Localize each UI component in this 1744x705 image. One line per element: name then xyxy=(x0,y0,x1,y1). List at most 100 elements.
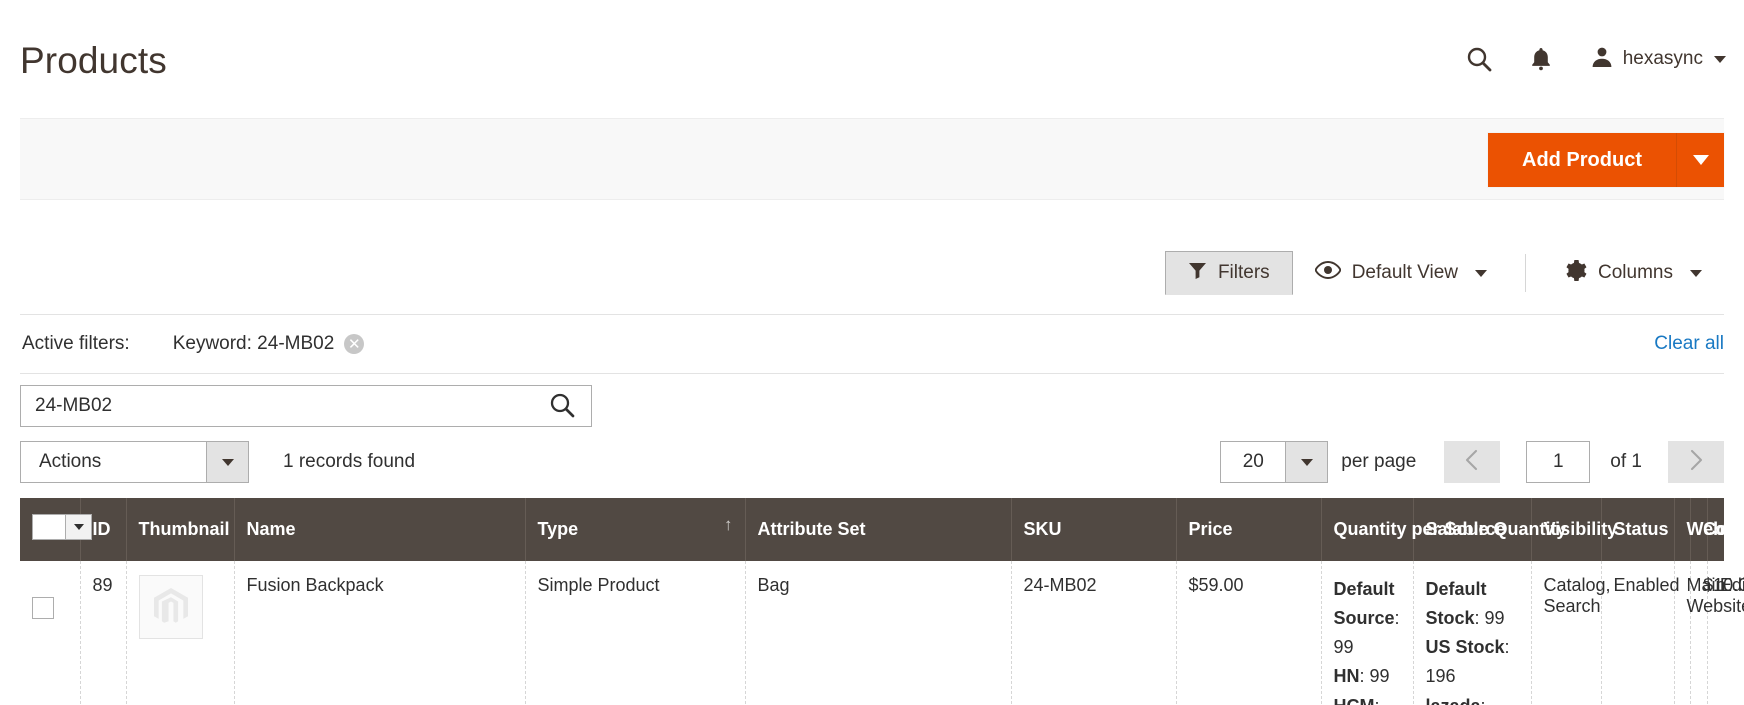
chevron-down-icon xyxy=(73,524,84,530)
select-all-header[interactable] xyxy=(20,498,92,561)
column-header-sku[interactable]: SKU xyxy=(1011,498,1177,561)
eye-icon xyxy=(1314,261,1342,285)
row-select-cell[interactable] xyxy=(20,561,81,705)
products-grid-page: Products hexasync Add Product Filters De… xyxy=(0,0,1744,705)
active-filter-text: Keyword: 24-MB02 xyxy=(172,333,335,354)
per-page-value: 20 xyxy=(1242,451,1264,472)
per-page-label: per page xyxy=(1341,451,1417,472)
stock-label: Default Stock xyxy=(1425,579,1487,629)
search-icon xyxy=(549,392,575,421)
toolbar-divider xyxy=(1525,254,1527,292)
salable-qty-item: US Stock: 196 xyxy=(1425,637,1510,687)
source-qty-item: HN: 99 xyxy=(1333,666,1390,687)
select-all-checkbox[interactable] xyxy=(32,514,92,540)
stock-label: lazada xyxy=(1426,696,1481,705)
cell-quantity-per-source: Default Source: 99 HN: 99 HCM: 99 xyxy=(1321,561,1414,705)
source-label: HN xyxy=(1333,666,1360,687)
column-header-type-label: Type xyxy=(537,518,579,539)
columns-button[interactable]: Columns xyxy=(1542,251,1724,295)
bell-icon xyxy=(1529,46,1553,72)
active-filters-label: Active filters: xyxy=(22,333,130,354)
chevron-right-icon xyxy=(1688,448,1704,477)
source-label: Default Source xyxy=(1333,579,1395,629)
cell-name[interactable]: Fusion Backpack xyxy=(234,561,526,705)
column-header-websites[interactable]: Websites xyxy=(1674,498,1744,561)
salable-qty-item: lazada: 198 xyxy=(1426,692,1519,705)
cell-status: Enabled xyxy=(1601,561,1680,705)
column-header-thumbnail[interactable]: Thumbnail xyxy=(126,498,235,561)
chevron-down-icon xyxy=(221,458,234,466)
total-pages-label: of 1 xyxy=(1610,451,1642,472)
magento-placeholder-icon xyxy=(138,575,203,639)
filters-button[interactable]: Filters xyxy=(1164,251,1293,295)
pager: 20 per page of 1 xyxy=(1220,441,1724,483)
notifications-button[interactable] xyxy=(1510,36,1572,82)
cell-thumbnail[interactable] xyxy=(126,561,235,705)
keyword-search-field[interactable] xyxy=(20,385,592,427)
column-header-price[interactable]: Price xyxy=(1176,498,1322,561)
cell-sku: 24-MB02 xyxy=(1011,561,1177,705)
clear-all-filters-link[interactable]: Clear all xyxy=(1654,333,1724,355)
chevron-down-icon xyxy=(1714,55,1726,63)
current-page-input[interactable] xyxy=(1527,450,1590,474)
per-page-select[interactable]: 20 xyxy=(1220,441,1329,483)
view-bookmarks-button[interactable]: Default View xyxy=(1293,251,1509,295)
source-qty-item: HCM: 99 xyxy=(1334,692,1401,705)
source-label: HCM xyxy=(1334,696,1375,705)
chevron-down-icon xyxy=(1692,155,1709,165)
funnel-icon xyxy=(1188,261,1207,286)
table-row[interactable]: 89 Fusion Backpack Simple Product Bag 24… xyxy=(20,561,1744,705)
column-header-salable-quantity[interactable]: Salable Quantity xyxy=(1413,498,1567,561)
salable-qty-item: Default Stock: 99 xyxy=(1425,579,1505,629)
add-product-split-button: Add Product xyxy=(1488,133,1724,187)
previous-page-button[interactable] xyxy=(1444,441,1501,483)
remove-filter-icon[interactable]: ✕ xyxy=(344,334,365,354)
chevron-down-icon xyxy=(1300,458,1313,466)
cell-type: Simple Product xyxy=(525,561,746,705)
page-main-actions: Add Product xyxy=(20,118,1724,200)
search-icon xyxy=(1466,46,1492,72)
chevron-left-icon xyxy=(1464,448,1480,477)
grid-toolbar: Filters Default View Columns xyxy=(20,245,1724,301)
column-header-attribute-set[interactable]: Attribute Set xyxy=(745,498,1012,561)
per-page-toggle[interactable] xyxy=(1285,442,1328,482)
global-search-button[interactable] xyxy=(1448,36,1510,82)
chevron-down-icon xyxy=(1690,269,1702,277)
source-value: 99 xyxy=(1369,666,1390,687)
sort-ascending-icon: ↑ xyxy=(724,515,733,534)
search-input[interactable] xyxy=(33,394,545,418)
select-all-dropdown-toggle[interactable] xyxy=(65,515,91,539)
keyword-search-row xyxy=(20,385,592,427)
page-title: Products xyxy=(20,40,167,81)
select-all-box xyxy=(33,515,65,539)
source-value: 99 xyxy=(1333,637,1354,658)
column-header-name[interactable]: Name xyxy=(234,498,526,561)
filters-label: Filters xyxy=(1217,262,1270,283)
header-actions: hexasync xyxy=(1448,36,1726,82)
mass-actions-toggle[interactable] xyxy=(206,442,248,482)
cell-price: $59.00 xyxy=(1176,561,1322,705)
column-header-quantity-per-source[interactable]: Quantity per Source xyxy=(1321,498,1506,561)
user-menu[interactable]: hexasync xyxy=(1572,36,1726,82)
user-name: hexasync xyxy=(1622,48,1703,69)
active-filter-chip: Keyword: 24-MB02 ✕ xyxy=(173,333,365,355)
current-page-field[interactable] xyxy=(1526,441,1591,483)
cell-salable-quantity: Default Stock: 99 US Stock: 196 lazada: … xyxy=(1413,561,1532,705)
records-found-label: 1 records found xyxy=(283,451,416,472)
table-header-row: ID Thumbnail Name Type ↑ Attribute Set S… xyxy=(20,498,1744,561)
source-qty-item: Default Source: 99 xyxy=(1333,579,1400,658)
add-product-dropdown-toggle[interactable] xyxy=(1676,133,1724,187)
grid-controls-row: Actions 1 records found 20 per page 1 of… xyxy=(20,434,1724,490)
search-submit-button[interactable] xyxy=(545,389,579,423)
gear-icon xyxy=(1564,259,1587,288)
next-page-button[interactable] xyxy=(1668,441,1724,483)
cell-id: 89 xyxy=(80,561,127,705)
mass-actions-select[interactable]: Actions xyxy=(20,441,249,483)
column-header-type[interactable]: Type ↑ xyxy=(525,498,746,561)
row-checkbox[interactable] xyxy=(32,597,54,619)
cell-visibility: Catalog, Search xyxy=(1531,561,1611,705)
mass-actions-value: Actions xyxy=(39,451,102,472)
page-header: Products hexasync xyxy=(0,0,1744,108)
view-label: Default View xyxy=(1351,262,1459,283)
add-product-button[interactable]: Add Product xyxy=(1488,133,1676,187)
